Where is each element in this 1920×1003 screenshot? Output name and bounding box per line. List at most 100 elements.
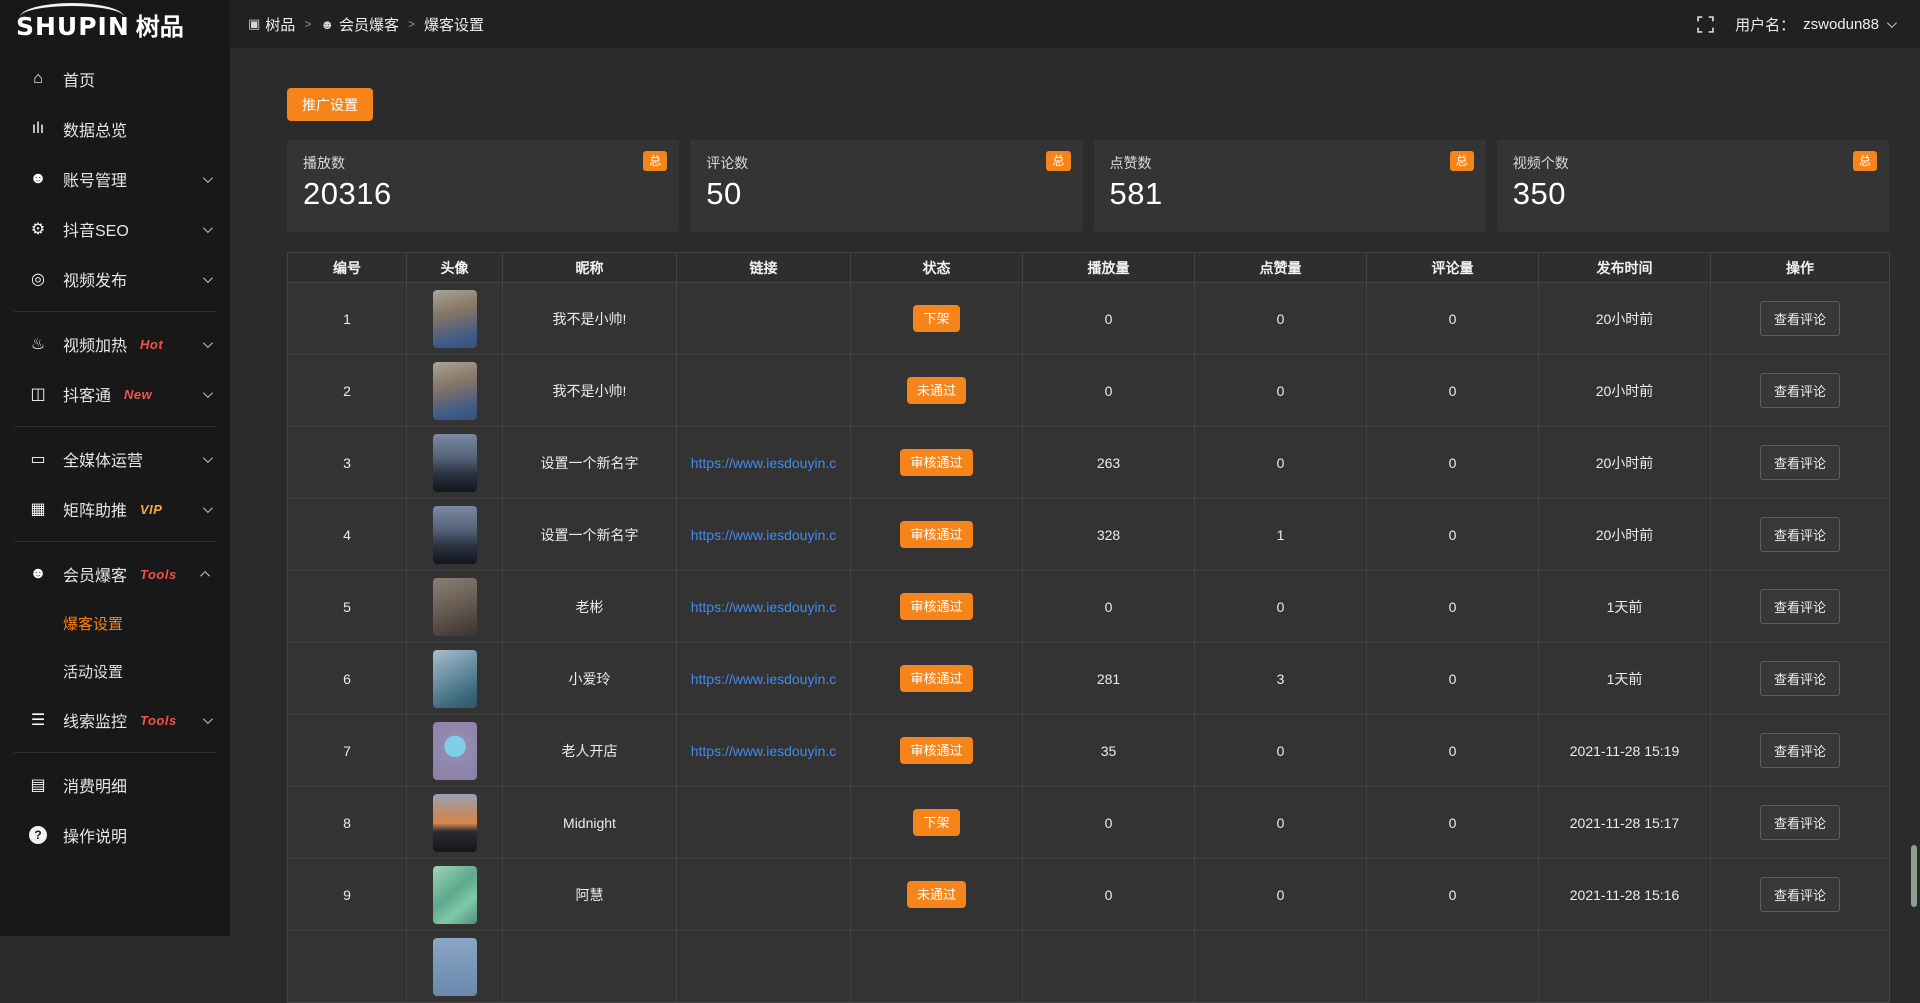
chevron-down-icon <box>1887 18 1897 28</box>
cell-time: 2021-11-28 15:19 <box>1539 715 1711 787</box>
cell-link: https://www.iesdouyin.c <box>677 427 851 499</box>
user-icon: ☻ <box>320 17 334 32</box>
avatar <box>433 362 477 420</box>
sidebar-item-douketong[interactable]: ◫抖客通New <box>0 369 230 419</box>
video-link[interactable]: https://www.iesdouyin.c <box>681 743 846 759</box>
cell-comments: 0 <box>1367 859 1539 931</box>
sidebar-item-clue-monitor[interactable]: ☰线索监控Tools <box>0 695 230 745</box>
total-badge: 总 <box>1853 151 1877 171</box>
cell-nickname: 设置一个新名字 <box>503 499 677 571</box>
sidebar-item-data-overview[interactable]: ılı数据总览 <box>0 104 230 154</box>
video-link[interactable]: https://www.iesdouyin.c <box>681 527 846 543</box>
breadcrumb-item[interactable]: ☻会员爆客 <box>320 14 399 35</box>
sidebar-item-home[interactable]: ⌂首页 <box>0 54 230 104</box>
sidebar-item-member-baoke[interactable]: ☻会员爆客Tools <box>0 549 230 599</box>
sidebar-item-label: 操作说明 <box>63 823 127 847</box>
view-comments-button[interactable]: 查看评论 <box>1760 661 1840 696</box>
scrollbar-thumb[interactable] <box>1911 845 1917 907</box>
sidebar-subitem-baoke-settings[interactable]: 爆客设置 <box>0 599 230 647</box>
cell-time: 1天前 <box>1539 643 1711 715</box>
main-content: 推广设置 播放数20316总评论数50总点赞数581总视频个数350总 编号头像… <box>230 48 1920 936</box>
column-header: 播放量 <box>1023 253 1195 283</box>
sidebar-item-consume-detail[interactable]: ▤消费明细 <box>0 760 230 810</box>
stat-label: 视频个数 <box>1513 153 1873 173</box>
cell-nickname: 老彬 <box>503 571 677 643</box>
cell-comments: 0 <box>1367 643 1539 715</box>
cell-likes <box>1195 931 1367 1003</box>
breadcrumb-item[interactable]: 爆客设置 <box>424 14 484 35</box>
cell-id: 9 <box>288 859 407 931</box>
view-comments-button[interactable]: 查看评论 <box>1760 301 1840 336</box>
sidebar-item-label: 矩阵助推 <box>63 497 127 521</box>
view-comments-button[interactable]: 查看评论 <box>1760 445 1840 480</box>
cell-nickname: 我不是小帅! <box>503 283 677 355</box>
user-menu[interactable]: 用户名：zswodun88 <box>1735 14 1894 35</box>
view-comments-button[interactable]: 查看评论 <box>1760 877 1840 912</box>
sidebar-item-label: 账号管理 <box>63 167 127 191</box>
table-row: 5老彬https://www.iesdouyin.c审核通过0001天前查看评论 <box>288 571 1890 643</box>
view-comments-button[interactable]: 查看评论 <box>1760 733 1840 768</box>
chevron-down-icon <box>203 273 213 283</box>
cell-comments: 0 <box>1367 715 1539 787</box>
sidebar-submenu: 爆客设置活动设置 <box>0 599 230 695</box>
cell-action: 查看评论 <box>1711 859 1890 931</box>
breadcrumb: ▣树品>☻会员爆客>爆客设置 <box>248 14 484 35</box>
cell-likes: 0 <box>1195 715 1367 787</box>
fullscreen-icon[interactable] <box>1697 15 1715 33</box>
cell-likes: 0 <box>1195 355 1367 427</box>
status-badge: 审核通过 <box>900 521 972 548</box>
cell-link <box>677 283 851 355</box>
cell-avatar <box>407 283 503 355</box>
status-badge: 下架 <box>913 305 959 332</box>
cell-id: 6 <box>288 643 407 715</box>
cell-status: 未通过 <box>851 859 1023 931</box>
chevron-down-icon <box>203 173 213 183</box>
table-row: 7老人开店https://www.iesdouyin.c审核通过35002021… <box>288 715 1890 787</box>
sidebar-subitem-activity-settings[interactable]: 活动设置 <box>0 647 230 695</box>
stat-value: 581 <box>1110 176 1470 212</box>
video-link[interactable]: https://www.iesdouyin.c <box>681 455 846 471</box>
cell-comments: 0 <box>1367 499 1539 571</box>
sidebar-item-video-publish[interactable]: ◎视频发布 <box>0 254 230 304</box>
view-comments-button[interactable]: 查看评论 <box>1760 373 1840 408</box>
promo-settings-button[interactable]: 推广设置 <box>287 88 373 121</box>
sidebar-item-omni-media[interactable]: ▭全媒体运营 <box>0 434 230 484</box>
status-badge: 未通过 <box>907 377 966 404</box>
video-link[interactable]: https://www.iesdouyin.c <box>681 599 846 615</box>
view-comments-button[interactable]: 查看评论 <box>1760 517 1840 552</box>
sidebar-item-account-management[interactable]: ☻账号管理 <box>0 154 230 204</box>
cell-likes: 0 <box>1195 571 1367 643</box>
table-row: 8Midnight下架0002021-11-28 15:17查看评论 <box>288 787 1890 859</box>
cell-id: 8 <box>288 787 407 859</box>
sidebar-item-matrix-boost[interactable]: ▦矩阵助推VIP <box>0 484 230 534</box>
sidebar-item-douyin-seo[interactable]: ⚙抖音SEO <box>0 204 230 254</box>
cell-plays: 281 <box>1023 643 1195 715</box>
cell-time: 20小时前 <box>1539 355 1711 427</box>
video-link[interactable]: https://www.iesdouyin.c <box>681 671 846 687</box>
grid-icon: ▣ <box>248 16 260 32</box>
cell-likes: 0 <box>1195 427 1367 499</box>
cell-action: 查看评论 <box>1711 283 1890 355</box>
stat-label: 点赞数 <box>1110 153 1470 173</box>
logo-text-cn: 树品 <box>136 7 184 42</box>
cell-plays: 263 <box>1023 427 1195 499</box>
avatar <box>433 866 477 924</box>
cell-avatar <box>407 715 503 787</box>
cell-link: https://www.iesdouyin.c <box>677 571 851 643</box>
view-comments-button[interactable]: 查看评论 <box>1760 805 1840 840</box>
avatar <box>433 434 477 492</box>
sidebar-item-video-heat[interactable]: ♨视频加热Hot <box>0 319 230 369</box>
cell-action: 查看评论 <box>1711 571 1890 643</box>
avatar <box>433 794 477 852</box>
view-comments-button[interactable]: 查看评论 <box>1760 589 1840 624</box>
cell-plays: 0 <box>1023 283 1195 355</box>
sidebar-item-label: 抖音SEO <box>63 217 129 241</box>
breadcrumb-item[interactable]: ▣树品 <box>248 14 295 35</box>
cell-status: 审核通过 <box>851 715 1023 787</box>
cell-time: 1天前 <box>1539 571 1711 643</box>
cell-status: 下架 <box>851 283 1023 355</box>
table-row <box>288 931 1890 1003</box>
cell-avatar <box>407 787 503 859</box>
sidebar-item-operation-guide[interactable]: ?操作说明 <box>0 810 230 860</box>
stat-card-3: 视频个数350总 <box>1497 140 1889 232</box>
